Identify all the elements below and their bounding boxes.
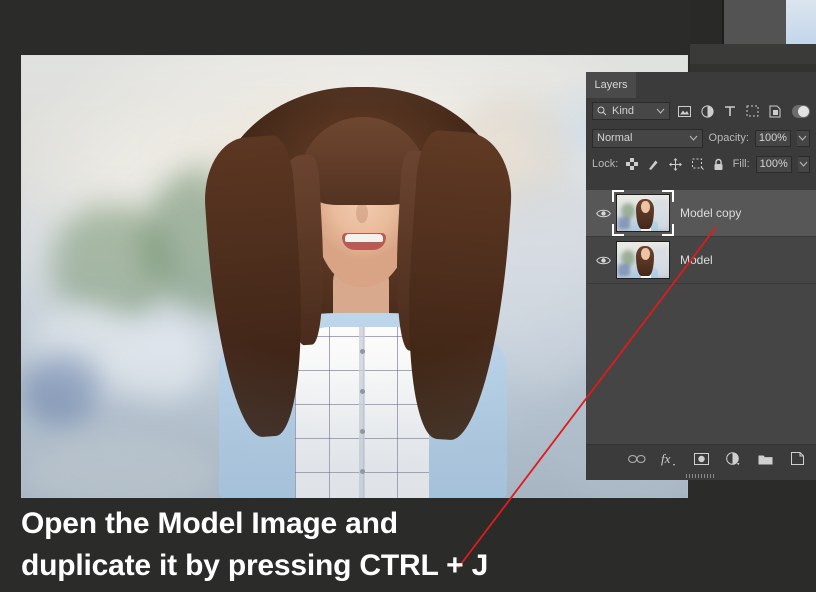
- caption-line-1: Open the Model Image and: [21, 507, 398, 540]
- panel-tab-empty-area: [636, 72, 816, 98]
- lock-label: Lock:: [592, 158, 619, 170]
- caption-text: Open the Model Image and duplicate it by…: [21, 503, 721, 587]
- lock-image-icon[interactable]: [646, 155, 662, 173]
- layer-name-label: Model copy: [680, 206, 742, 220]
- layers-panel: Layers Kind Normal Opacity: 100% Lock: F…: [586, 72, 816, 480]
- link-layers-icon[interactable]: [628, 450, 646, 468]
- panel-resize-grip[interactable]: [586, 472, 816, 480]
- layer-thumbnail-wrap[interactable]: [612, 190, 674, 236]
- fill-input[interactable]: 100%: [755, 155, 792, 173]
- svg-text:fx: fx: [661, 451, 671, 466]
- blend-mode-value: Normal: [597, 132, 633, 144]
- opacity-value: 100%: [758, 132, 787, 144]
- tab-layers[interactable]: Layers: [586, 72, 636, 98]
- layer-row-model[interactable]: Model: [586, 237, 816, 284]
- layer-thumbnail-wrap[interactable]: [616, 241, 670, 279]
- opacity-input[interactable]: 100%: [754, 129, 791, 147]
- blend-mode-select[interactable]: Normal: [592, 128, 703, 148]
- chevron-down-icon: [656, 105, 665, 117]
- screenshot-root: Layers Kind Normal Opacity: 100% Lock: F…: [0, 0, 816, 592]
- layer-visibility-toggle[interactable]: [590, 255, 616, 266]
- search-icon: [597, 106, 607, 116]
- layer-name-label: Model: [680, 253, 713, 267]
- opacity-stepper-chevron[interactable]: [796, 129, 810, 147]
- opacity-label: Opacity:: [708, 132, 749, 144]
- layers-panel-bottom-bar: fx: [586, 444, 816, 472]
- caption-line-2: duplicate it by pressing CTRL + J: [21, 549, 489, 582]
- layer-list[interactable]: Model copy Model: [586, 190, 816, 444]
- fill-value: 100%: [759, 158, 788, 170]
- chevron-down-icon: [689, 132, 698, 144]
- background-gray-panel: [724, 0, 786, 44]
- image-filter-icon[interactable]: [676, 102, 693, 120]
- smart-object-filter-icon[interactable]: [767, 102, 784, 120]
- tab-layers-label: Layers: [594, 79, 628, 91]
- filter-enable-toggle[interactable]: [791, 104, 811, 118]
- layer-thumbnail: [616, 241, 670, 279]
- filter-kind-select[interactable]: Kind: [592, 102, 671, 120]
- fill-label: Fill:: [732, 158, 750, 170]
- filter-kind-label: Kind: [612, 105, 635, 117]
- adjustment-filter-icon[interactable]: [699, 102, 716, 120]
- adjustment-layer-icon[interactable]: [724, 450, 742, 468]
- layer-visibility-toggle[interactable]: [590, 208, 616, 219]
- lock-all-icon[interactable]: [711, 155, 727, 173]
- type-filter-icon[interactable]: [722, 102, 739, 120]
- background-band-lower: [690, 64, 816, 72]
- eye-icon: [595, 209, 611, 217]
- new-group-icon[interactable]: [756, 450, 774, 468]
- background-band-upper: [690, 44, 816, 64]
- fill-stepper-chevron[interactable]: [797, 155, 810, 173]
- shape-filter-icon[interactable]: [744, 102, 761, 120]
- panel-tab-bar: Layers: [586, 72, 816, 98]
- layer-thumbnail: [616, 194, 670, 232]
- new-layer-icon[interactable]: [788, 450, 806, 468]
- blend-mode-row: Normal Opacity: 100%: [586, 124, 816, 152]
- layer-style-fx-icon[interactable]: fx: [660, 450, 678, 468]
- background-dark-column: [690, 0, 722, 44]
- lock-row: Lock: Fill: 100%: [586, 152, 816, 176]
- layer-mask-icon[interactable]: [692, 450, 710, 468]
- lock-position-icon[interactable]: [668, 155, 684, 173]
- layer-filter-row: Kind: [586, 98, 816, 124]
- layer-row-model-copy[interactable]: Model copy: [586, 190, 816, 237]
- eye-icon: [595, 256, 611, 264]
- lock-transparency-icon[interactable]: [624, 155, 640, 173]
- lock-artboard-icon[interactable]: [689, 155, 705, 173]
- background-image-edge: [786, 0, 816, 44]
